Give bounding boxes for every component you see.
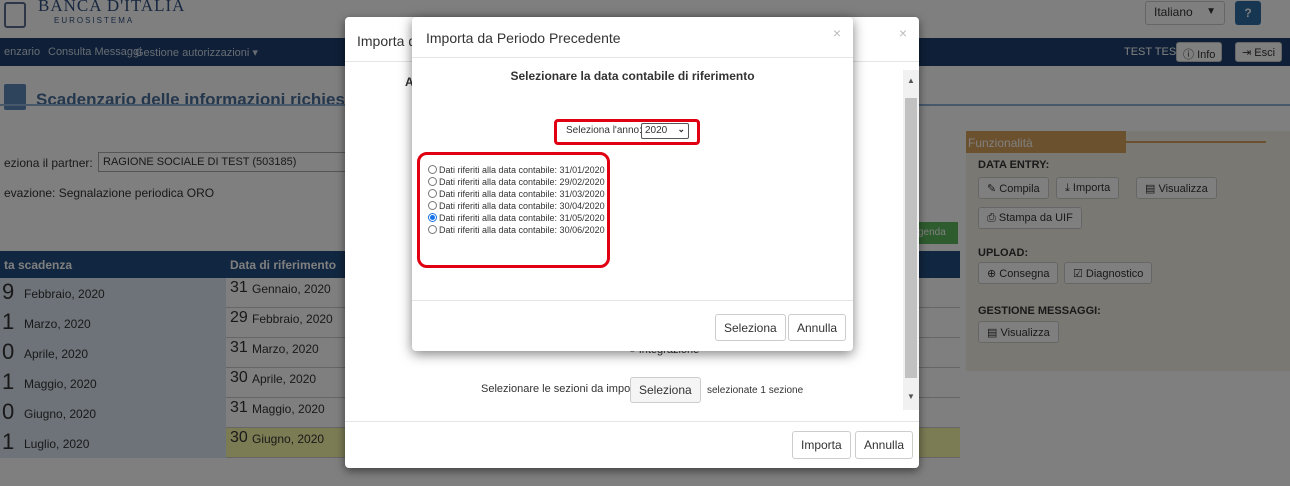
- date-option-label: Dati riferiti alla data contabile: 31/01…: [439, 165, 605, 175]
- annulla-button[interactable]: Annulla: [788, 314, 847, 341]
- date-option[interactable]: Dati riferiti alla data contabile: 30/04…: [428, 201, 605, 212]
- annulla-button[interactable]: Annulla: [855, 431, 914, 459]
- seleziona-sezioni-button[interactable]: Seleziona: [630, 377, 701, 403]
- radio-button[interactable]: [428, 165, 437, 174]
- divider: [345, 421, 919, 422]
- date-option[interactable]: Dati riferiti alla data contabile: 31/05…: [428, 213, 605, 224]
- radio-button-checked[interactable]: [428, 213, 437, 222]
- divider: [412, 57, 853, 58]
- chevron-down-icon: ⌄: [677, 124, 685, 134]
- scrollbar[interactable]: ▲ ▼: [903, 70, 919, 410]
- radio-button[interactable]: [428, 225, 437, 234]
- periodo-precedente-modal: Importa da Periodo Precedente × Selezion…: [412, 17, 853, 351]
- year-label: Seleziona l'anno:: [566, 125, 642, 136]
- importa-button[interactable]: Importa: [792, 431, 851, 459]
- date-option-label: Dati riferiti alla data contabile: 31/03…: [439, 189, 605, 199]
- seleziona-button[interactable]: Seleziona: [715, 314, 786, 341]
- close-icon[interactable]: ×: [899, 25, 907, 41]
- date-option-label: Dati riferiti alla data contabile: 30/06…: [439, 225, 605, 235]
- periodo-modal-title: Importa da Periodo Precedente: [426, 30, 621, 46]
- importa-modal-title: Importa d: [357, 33, 417, 49]
- radio-button[interactable]: [428, 201, 437, 210]
- periodo-heading: Selezionare la data contabile di riferim…: [510, 69, 755, 83]
- date-option[interactable]: Dati riferiti alla data contabile: 31/03…: [428, 189, 605, 200]
- sezioni-count: selezionate 1 sezione: [707, 385, 804, 396]
- scroll-up-icon[interactable]: ▲: [907, 76, 915, 85]
- date-option-label: Dati riferiti alla data contabile: 31/05…: [439, 213, 605, 223]
- radio-button[interactable]: [428, 189, 437, 198]
- date-option-label: Dati riferiti alla data contabile: 29/02…: [439, 177, 605, 187]
- year-select[interactable]: 2020 ⌄: [641, 123, 689, 139]
- year-value: 2020: [645, 125, 668, 136]
- radio-button[interactable]: [428, 177, 437, 186]
- date-option-label: Dati riferiti alla data contabile: 30/04…: [439, 201, 605, 211]
- date-option[interactable]: Dati riferiti alla data contabile: 30/06…: [428, 225, 605, 236]
- date-option[interactable]: Dati riferiti alla data contabile: 29/02…: [428, 177, 605, 188]
- divider: [412, 300, 853, 301]
- scrollbar-thumb[interactable]: [905, 98, 917, 378]
- date-option[interactable]: Dati riferiti alla data contabile: 31/01…: [428, 165, 605, 176]
- scroll-down-icon[interactable]: ▼: [907, 392, 915, 401]
- close-icon[interactable]: ×: [833, 25, 841, 41]
